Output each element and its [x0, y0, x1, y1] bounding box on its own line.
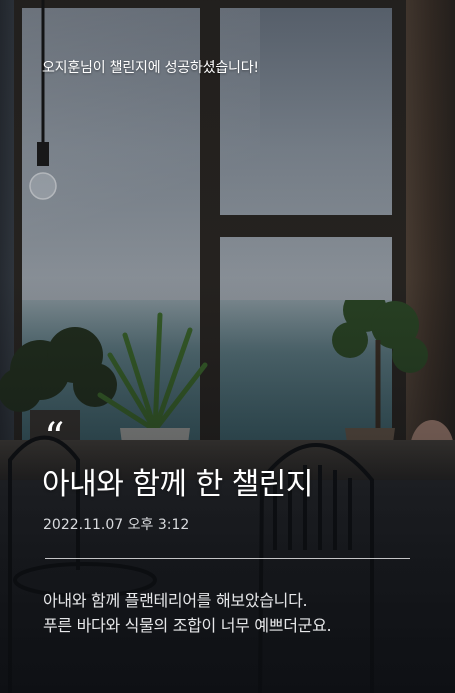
post-body: 아내와 함께 플랜테리어를 해보았습니다. 푸른 바다와 식물의 조합이 너무 … [43, 588, 433, 638]
post-body-line: 푸른 바다와 식물의 조합이 너무 예쁘더군요. [43, 616, 332, 635]
success-banner: 오지훈님이 챌린지에 성공하셨습니다! [42, 60, 259, 76]
quote-icon: “ [44, 415, 65, 461]
post-body-line: 아내와 함께 플랜테리어를 해보았습니다. [43, 591, 308, 610]
divider [45, 558, 410, 559]
challenge-success-screen: 오지훈님이 챌린지에 성공하셨습니다! “ 아내와 함께 한 챌린지 2022.… [0, 0, 455, 693]
post-datetime: 2022.11.07 오후 3:12 [43, 517, 190, 533]
post-title: 아내와 함께 한 챌린지 [42, 467, 314, 502]
